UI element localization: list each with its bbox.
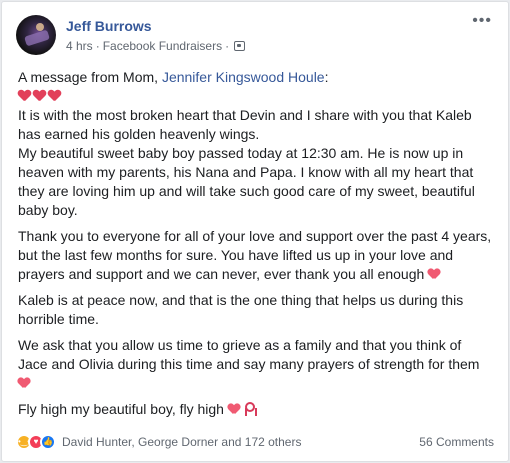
post-footer: •‿• ♥ 👍 David Hunter, George Dorner and …	[16, 432, 494, 452]
author-name[interactable]: Jeff Burrows	[66, 18, 152, 34]
broken-heart-icon	[33, 90, 47, 102]
paragraph-4: Kaleb is at peace now, and that is the o…	[18, 292, 464, 327]
heart-icon	[18, 378, 30, 389]
paragraph-3-wrap: Thank you to everyone for all of your lo…	[18, 227, 494, 284]
comments-count[interactable]: 56 Comments	[419, 435, 494, 449]
intro-text: A message from Mom,	[18, 69, 162, 85]
reactions-summary[interactable]: •‿• ♥ 👍	[16, 434, 56, 450]
author-avatar[interactable]	[16, 15, 56, 55]
more-icon[interactable]: •••	[472, 13, 492, 29]
meta-separator: ·	[225, 39, 230, 53]
broken-heart-icon	[48, 90, 62, 102]
paragraph-6: Fly high my beautiful boy, fly high	[18, 401, 224, 417]
reactors-text[interactable]: David Hunter, George Dorner and 172 othe…	[62, 435, 301, 449]
paragraph-6-wrap: Fly high my beautiful boy, fly high	[18, 400, 494, 419]
post-meta: 4 hrs · Facebook Fundraisers ·	[66, 39, 246, 53]
intro-end: :	[324, 69, 329, 85]
paragraph-2: My beautiful sweet baby boy passed today…	[18, 145, 475, 218]
post-body: A message from Mom, Jennifer Kingswood H…	[18, 68, 494, 426]
post-card: Jeff Burrows 4 hrs · Facebook Fundraiser…	[1, 1, 509, 462]
paragraph-5: We ask that you allow us time to grieve …	[18, 337, 480, 372]
post-source[interactable]: Facebook Fundraisers	[103, 39, 222, 53]
heart-icon	[428, 269, 440, 280]
meta-separator: ·	[95, 39, 100, 53]
mention-link[interactable]: Jennifer Kingswood Houle	[162, 69, 325, 85]
post-time[interactable]: 4 hrs	[66, 39, 93, 53]
paragraph-1: It is with the most broken heart that De…	[18, 107, 472, 142]
intro-line: A message from Mom, Jennifer Kingswood H…	[18, 68, 494, 220]
paragraph-5-wrap: We ask that you allow us time to grieve …	[18, 336, 494, 393]
globe-icon[interactable]	[234, 41, 246, 51]
heart-icon	[228, 404, 240, 415]
broken-heart-icon	[18, 90, 32, 102]
ribbon-icon	[244, 402, 255, 416]
paragraph-3: Thank you to everyone for all of your lo…	[18, 228, 492, 282]
post-header: Jeff Burrows 4 hrs · Facebook Fundraiser…	[16, 12, 498, 56]
like-reaction-icon: 👍	[40, 434, 56, 450]
